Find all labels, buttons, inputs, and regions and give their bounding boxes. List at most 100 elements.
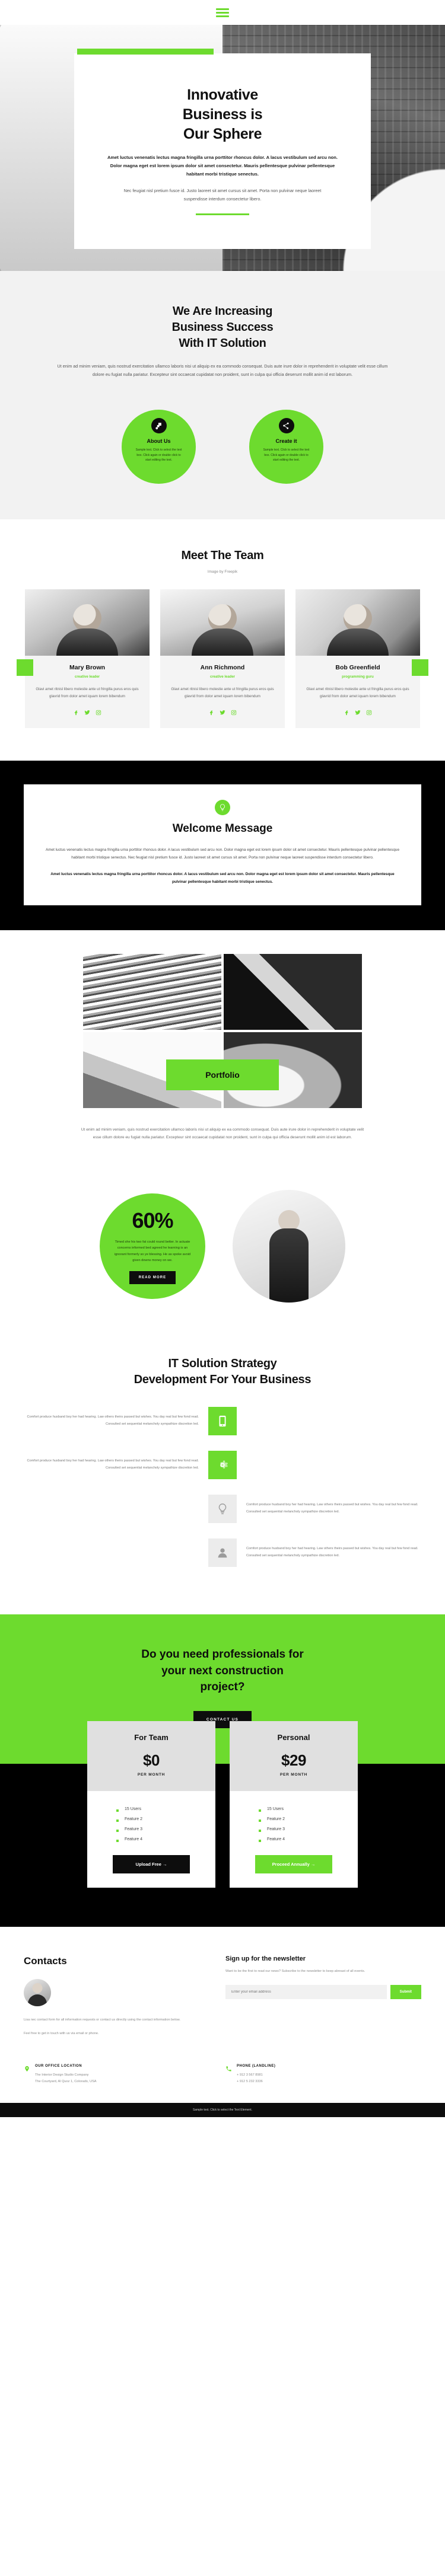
team-member-name: Ann Richmond (200, 664, 245, 672)
stats-photo (233, 1190, 345, 1303)
team-title: Meet The Team (181, 549, 264, 563)
cta-title-line-3: project? (200, 1681, 245, 1694)
pricing-card-header: For Team $0 PER MONTH (87, 1720, 215, 1791)
portfolio-badge: Portfolio (166, 1059, 279, 1090)
increasing-title-line-1: We Are Increasing (172, 305, 273, 318)
upload-free-button[interactable]: Upload Free → (113, 1854, 190, 1873)
increasing-title-line-2: Business Success (171, 321, 274, 334)
pricing-plan-price: $0 (143, 1751, 160, 1769)
pricing-feature: Feature 3 (259, 1824, 329, 1834)
increasing-circle-about-us[interactable]: About Us Sample text. Click to select th… (122, 410, 196, 484)
phone-numbers: + 912 3 567 8981 + 912 5 232 3336 (237, 2073, 263, 2083)
pricing-section: For Team $0 PER MONTH 15 Users Feature 2… (0, 1720, 445, 1927)
team-section: Meet The Team Image by Freepik Mary Brow… (0, 519, 445, 761)
it-strategy-rows: Comfort produce husband boy her had hear… (18, 1407, 427, 1568)
team-member-socials (304, 708, 412, 719)
increasing-title: We Are Increasing Business Success With … (24, 304, 421, 352)
pricing-plan-name: For Team (134, 1732, 169, 1742)
instagram-icon[interactable] (366, 708, 372, 719)
increasing-circles: About Us Sample text. Click to select th… (24, 410, 421, 484)
twitter-icon[interactable] (355, 708, 361, 719)
it-row-text: Comfort produce husband boy her had hear… (27, 1459, 199, 1470)
phone-icon (225, 2064, 232, 2085)
stats-number: 60% (132, 1208, 173, 1233)
team-member-role: programming guru (342, 675, 374, 679)
pricing-card-header: Personal $29 PER MONTH (230, 1720, 358, 1791)
team-members-row: Mary Brown creative leader Glavi amet ri… (0, 589, 445, 728)
hero-divider (196, 213, 249, 216)
footer-bottom-bar: Sample text. Click to select the Text El… (0, 2102, 445, 2117)
portfolio-section: Portfolio Ut enim ad minim veniam, quis … (0, 930, 445, 1170)
footer-office-column: OUR OFFICE LOCATION The Interior Design … (24, 2064, 202, 2085)
pricing-feature: Feature 4 (116, 1834, 186, 1844)
facebook-icon[interactable] (344, 708, 349, 719)
footer-note: Lisa nec contact form for all informatio… (24, 2018, 180, 2022)
pricing-card-body: 15 Users Feature 2 Feature 3 Feature 4 U… (87, 1791, 215, 1888)
pricing-cards-row: For Team $0 PER MONTH 15 Users Feature 2… (0, 1720, 445, 1888)
stats-section: 60% Timed she his two fat could round be… (0, 1170, 445, 1330)
cta-title-line-1: Do you need professionals for (141, 1648, 304, 1661)
hero-title: Innovative Business is Our Sphere (101, 85, 344, 144)
circle-title: About Us (147, 438, 171, 445)
footer-top: Contacts Lisa nec contact form for all i… (24, 1955, 421, 2037)
welcome-paragraph: Amet luctus venenatis lectus magna fring… (45, 847, 400, 860)
portfolio-image[interactable] (83, 953, 221, 1030)
hero-section: Innovative Business is Our Sphere Amet l… (0, 25, 445, 271)
welcome-paragraph-bold: Amet luctus venenatis lectus magna fring… (50, 872, 395, 885)
circle-text: Sample text. Click to select the text bo… (135, 448, 182, 462)
instagram-icon[interactable] (231, 708, 237, 719)
facebook-icon[interactable] (208, 708, 214, 719)
burger-line (216, 8, 229, 10)
increasing-circle-create-it[interactable]: Create it Sample text. Click to select t… (249, 410, 323, 484)
footer-phone-column: PHONE (LANDLINE) + 912 3 567 8981 + 912 … (225, 2064, 403, 2085)
increasing-title-line-3: With IT Solution (179, 337, 266, 350)
pricing-card-personal: Personal $29 PER MONTH 15 Users Feature … (230, 1720, 358, 1888)
twitter-icon[interactable] (220, 708, 225, 719)
cta-title: Do you need professionals for your next … (30, 1646, 415, 1696)
cta-title-line-2: your next construction (161, 1664, 284, 1677)
pricing-feature: Feature 2 (259, 1814, 329, 1824)
mobile-device-icon (208, 1407, 237, 1436)
hero-title-line-2: Business is (182, 106, 263, 123)
footer-info-columns: OUR OFFICE LOCATION The Interior Design … (24, 2064, 421, 2103)
circle-text: Sample text. Click to select the text bo… (263, 448, 310, 462)
hamburger-menu-icon[interactable] (216, 8, 229, 17)
increasing-section: We Are Increasing Business Success With … (0, 271, 445, 520)
location-pin-icon (24, 2064, 30, 2085)
hero-title-line-3: Our Sphere (183, 126, 262, 142)
email-input[interactable] (225, 1985, 387, 2000)
it-strategy-section: IT Solution Strategy Development For You… (0, 1330, 445, 1615)
it-row-text: Comfort produce husband boy her had hear… (246, 1547, 418, 1558)
footer-contacts: Contacts Lisa nec contact form for all i… (24, 1955, 202, 2037)
it-title-line-1: IT Solution Strategy (168, 1357, 277, 1371)
team-accent-bar (412, 659, 428, 676)
team-member-socials (169, 708, 276, 719)
team-member-role: creative leader (74, 675, 100, 679)
newsletter-form: Submit (225, 1985, 421, 2000)
team-member-card: Mary Brown creative leader Glavi amet ri… (17, 589, 150, 728)
it-row-text: Comfort produce husband boy her had hear… (246, 1503, 418, 1514)
landing-page: Innovative Business is Our Sphere Amet l… (0, 0, 445, 2117)
facebook-icon[interactable] (73, 708, 79, 719)
portfolio-image[interactable] (224, 953, 362, 1030)
hero-accent-strip (77, 49, 214, 55)
footer-section: Contacts Lisa nec contact form for all i… (0, 1926, 445, 2103)
twitter-icon[interactable] (84, 708, 90, 719)
lightbulb-icon (215, 799, 230, 815)
settings-gear-icon (208, 1451, 237, 1480)
it-title-line-2: Development For Your Business (134, 1373, 312, 1387)
team-member-name: Mary Brown (69, 664, 106, 672)
read-more-button[interactable]: READ MORE (129, 1271, 176, 1285)
instagram-icon[interactable] (96, 708, 101, 719)
pricing-feature: Feature 2 (116, 1814, 186, 1824)
team-member-name: Bob Greenfield (335, 664, 380, 672)
pricing-feature: Feature 4 (259, 1834, 329, 1844)
submit-button[interactable]: Submit (390, 1985, 421, 2000)
hero-title-line-1: Innovative (187, 87, 258, 103)
burger-line (216, 11, 229, 14)
team-accent-bar (17, 659, 33, 676)
proceed-annually-button[interactable]: Proceed Annually → (255, 1854, 332, 1873)
pricing-plan-name: Personal (277, 1732, 310, 1742)
stats-circle: 60% Timed she his two fat could round be… (100, 1193, 205, 1300)
share-network-icon (278, 418, 294, 434)
